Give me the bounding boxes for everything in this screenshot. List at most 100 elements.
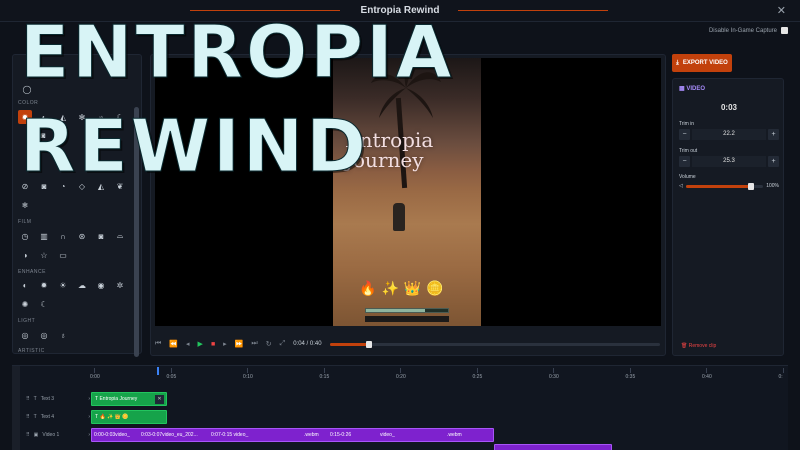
timeline-clip-video-2[interactable] (494, 444, 612, 450)
flame-icon[interactable]: ✹ (18, 110, 32, 124)
step-forward-icon[interactable]: ▸ (223, 340, 227, 348)
cloud-icon[interactable]: ☁ (75, 278, 89, 292)
sun-icon[interactable]: ☼ (94, 110, 108, 124)
contrast-icon[interactable]: ◐ (37, 110, 51, 124)
trim-in-increment-button[interactable]: + (768, 129, 779, 140)
trim-out-input[interactable]: 25.3 (692, 156, 766, 167)
tv-icon[interactable]: ▭ (56, 248, 70, 262)
drag-handle-icon[interactable]: ⠿ (26, 414, 30, 420)
film-icon[interactable]: ▥ (37, 229, 51, 243)
chevron-right-icon[interactable]: › (88, 396, 90, 402)
reel-icon[interactable]: ⊛ (75, 229, 89, 243)
timeline-playhead[interactable] (157, 367, 159, 375)
drop-icon[interactable]: ◭ (94, 179, 108, 193)
trim-out-increment-button[interactable]: + (768, 156, 779, 167)
snowflake-icon[interactable]: ❄ (18, 198, 32, 212)
star-icon[interactable]: ☆ (37, 248, 51, 262)
chevron-right-icon[interactable]: › (88, 432, 90, 438)
timeline-ruler[interactable]: 0:00 0:05 0:10 0:15 0:20 0:25 0:30 0:35 0:40 0: (90, 366, 788, 382)
brightness-icon[interactable]: ☀ (56, 278, 70, 292)
fast-forward-icon[interactable]: ⏩ (235, 340, 244, 348)
export-video-button[interactable]: ⤓ EXPORT VIDEO (672, 54, 732, 72)
fullscreen-icon[interactable]: ⤢ (280, 340, 286, 348)
filter-row-enhance: ◐ ✹ ☀ ☁ ◉ ✲ (18, 278, 127, 292)
step-back-icon[interactable]: ◂ (186, 340, 190, 348)
close-icon[interactable]: ✕ (777, 4, 786, 17)
stop-icon[interactable]: ■ (211, 341, 215, 348)
ruler-tick-label: 0:25 (472, 374, 483, 380)
section-label-light: LIGHT (18, 318, 36, 324)
track-name: Text 4 (40, 414, 55, 420)
timeline-clip-text-3[interactable]: T Entropia Journey ✕ (91, 392, 167, 406)
section-label-color: COLOR (18, 100, 39, 106)
remove-clip-button[interactable]: 🗑 Remove clip (681, 343, 716, 349)
snow-icon[interactable]: ✻ (75, 110, 89, 124)
ruler-tick-label: 0:10 (243, 374, 253, 380)
clip-label: Entropia Journey (99, 396, 138, 402)
video-segment-4-name: video_ (380, 432, 395, 438)
disable-capture-checkbox[interactable] (781, 27, 788, 34)
video-segment-3-ext: .webm (304, 432, 319, 438)
chevron-right-icon[interactable]: › (88, 414, 90, 420)
emoji-overlay: 🔥 ✨ 👑 🪙 (359, 280, 444, 297)
skip-end-icon[interactable]: ⏭ (251, 340, 257, 348)
drag-handle-icon[interactable]: ⠿ (26, 432, 30, 438)
trim-in-input[interactable]: 22.2 (692, 129, 766, 140)
camera-icon[interactable]: ◙ (36, 128, 50, 142)
camera-icon[interactable]: ◙ (94, 229, 108, 243)
playback-progress-bar[interactable] (329, 340, 660, 348)
eye-icon[interactable]: ◉ (94, 278, 108, 292)
target-icon[interactable]: ◎ (37, 328, 51, 342)
volume-label: Volume (679, 174, 696, 180)
close-icon[interactable]: ✕ (155, 395, 164, 404)
video-segment-1[interactable]: 0:00-0:03video_ (94, 432, 130, 438)
drag-handle-icon[interactable]: ⠿ (26, 396, 30, 402)
sun-icon[interactable]: ✹ (37, 278, 51, 292)
video-segment-2[interactable]: 0:03-0:07video_eu_202... (141, 432, 198, 438)
track-label-video-1[interactable]: ⠿ ▣ Video 1 › (26, 429, 90, 441)
camera-icon[interactable]: ◙ (37, 179, 51, 193)
volume-slider-knob[interactable] (747, 182, 754, 190)
target-icon[interactable]: ◎ (18, 328, 32, 342)
diamond-icon[interactable]: ◇ (75, 179, 89, 193)
bulb-icon[interactable]: ♁ (56, 328, 70, 342)
moon-icon[interactable]: ☾ (37, 297, 51, 311)
film-icon: ▦ (679, 86, 685, 92)
disable-capture-toggle[interactable]: Disable In-Game Capture (709, 27, 788, 34)
volume-control: ◁ 100% (679, 182, 779, 190)
ghost-icon[interactable]: ∩ (56, 229, 70, 243)
aperture-icon[interactable]: ◔ (55, 128, 69, 142)
video-segment-4[interactable]: 0:15-0:26 (330, 432, 351, 438)
trim-out-label: Trim out (679, 148, 698, 154)
sparkle-icon[interactable]: ✲ (113, 278, 127, 292)
loop-icon[interactable]: ↻ (266, 340, 272, 348)
trim-in-decrement-button[interactable]: − (679, 129, 690, 140)
skip-start-icon[interactable]: ⏮ (155, 340, 161, 348)
moon-icon[interactable]: ☾ (113, 110, 127, 124)
slash-circle-icon[interactable]: ⊘ (18, 179, 32, 193)
pie-icon[interactable]: ◔ (56, 179, 70, 193)
track-label-text-3[interactable]: ⠿ T Text 3 › (26, 393, 90, 405)
gear-icon[interactable]: ✺ (18, 297, 32, 311)
half-circle-icon[interactable]: ◑ (18, 248, 32, 262)
rewind-icon[interactable]: ⏪ (169, 340, 178, 348)
play-icon[interactable]: ▶ (198, 340, 203, 348)
playback-progress-knob[interactable] (366, 340, 373, 348)
leaf-icon[interactable]: ❦ (113, 179, 127, 193)
video-segment-3[interactable]: 0:07-0:15 video_ (211, 432, 248, 438)
dome-icon[interactable]: ⌓ (113, 229, 127, 243)
filter-scrollbar[interactable] (134, 107, 139, 357)
palm-tree-graphic (371, 59, 441, 118)
timeline-clip-text-4[interactable]: T 🔥 ✨ 👑 🪙 (91, 410, 167, 424)
volume-slider[interactable] (685, 182, 764, 190)
track-label-text-4[interactable]: ⠿ T Text 4 › (26, 411, 90, 423)
character-figure (393, 203, 405, 231)
contrast-icon[interactable]: ◐ (18, 278, 32, 292)
trim-out-decrement-button[interactable]: − (679, 156, 690, 167)
coin-emoji: 🪙 (426, 280, 444, 296)
text-track-icon: T (33, 396, 37, 402)
circle-icon[interactable]: ◯ (20, 82, 34, 96)
drop-icon[interactable]: ◭ (56, 110, 70, 124)
ruler-tick-label: 0:05 (166, 374, 177, 380)
clock-icon[interactable]: ◷ (18, 229, 32, 243)
